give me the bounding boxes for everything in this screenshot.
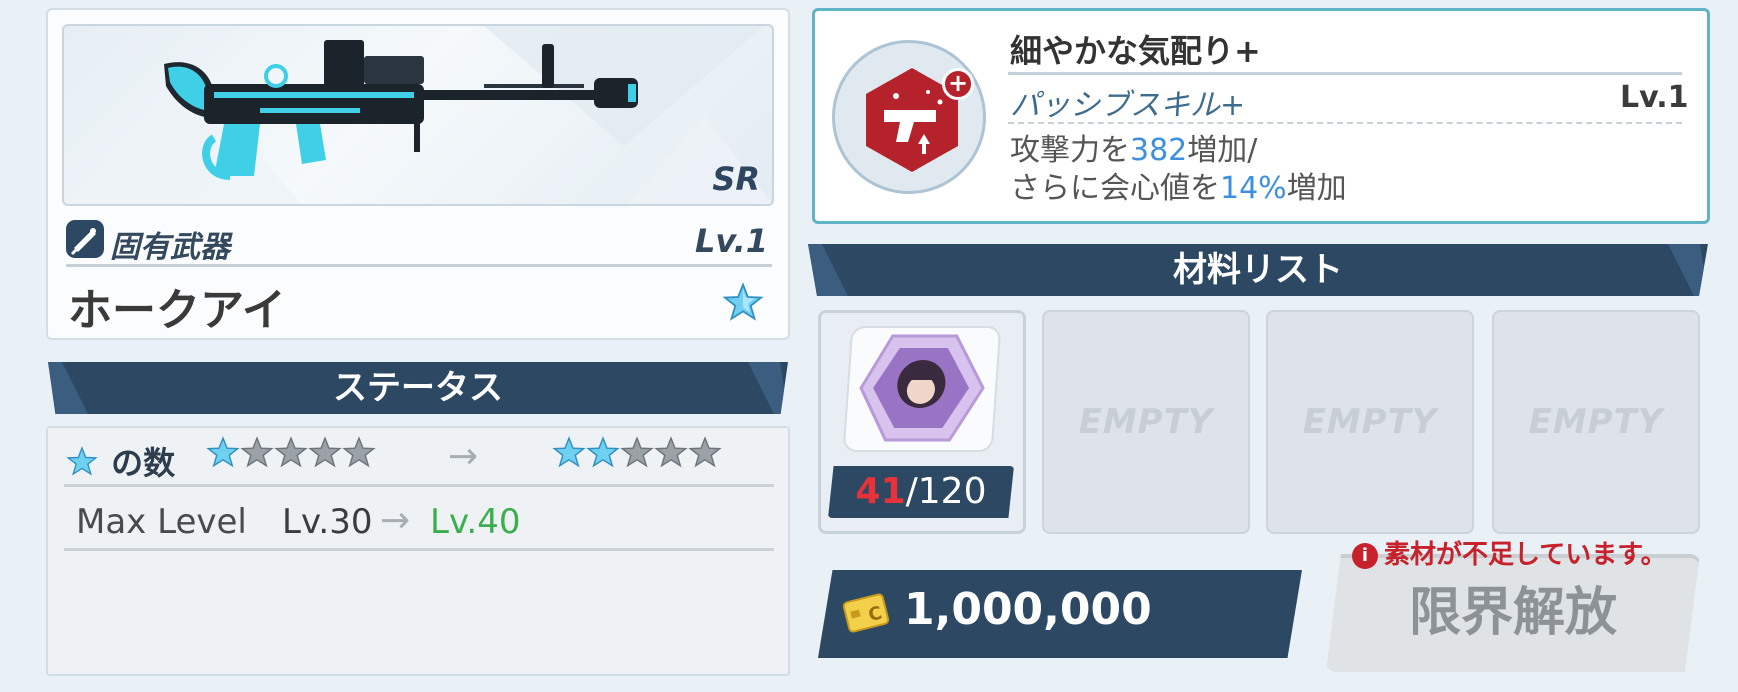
plus-icon: + bbox=[942, 68, 974, 100]
empty-label: EMPTY bbox=[1302, 402, 1438, 442]
weapon-image: SR bbox=[62, 24, 774, 206]
rifle-image bbox=[67, 26, 772, 204]
skill-desc-text: 増加 bbox=[1286, 171, 1347, 206]
stars-after bbox=[552, 436, 722, 474]
weapon-type-row: 固有武器 Lv.1 bbox=[66, 218, 768, 265]
star-empty-icon bbox=[620, 436, 654, 474]
star-filled-icon bbox=[206, 436, 240, 474]
empty-label: EMPTY bbox=[1528, 402, 1664, 442]
star-icon bbox=[66, 446, 109, 486]
material-required-count: /120 bbox=[905, 471, 987, 512]
divider bbox=[64, 548, 774, 551]
arrow-icon: → bbox=[380, 500, 411, 541]
rarity-label: SR bbox=[712, 160, 760, 198]
divider bbox=[1008, 72, 1682, 75]
limit-break-button[interactable]: 限界解放 bbox=[1326, 554, 1700, 672]
divider bbox=[66, 264, 772, 267]
star-filled-icon bbox=[552, 436, 586, 474]
star-empty-icon bbox=[342, 436, 376, 474]
skill-level: Lv.1 bbox=[1620, 80, 1689, 115]
material-slot-4[interactable]: EMPTY bbox=[1492, 310, 1700, 534]
skill-desc-text: 増加/ bbox=[1187, 133, 1258, 168]
status-banner: ステータス bbox=[48, 362, 788, 414]
stars-before bbox=[206, 436, 376, 474]
skill-desc-line-2: さらに会心値を14%増加 bbox=[1010, 170, 1347, 208]
crit-bonus-value: 14% bbox=[1220, 171, 1287, 206]
star-empty-icon bbox=[308, 436, 342, 474]
weapon-type-label: 固有武器 bbox=[110, 230, 230, 265]
max-level-after: Lv.40 bbox=[430, 502, 521, 542]
favorite-star-icon[interactable] bbox=[722, 282, 764, 328]
skill-desc-line-1: 攻撃力を382増加/ bbox=[1010, 132, 1347, 170]
credit-card-icon: C bbox=[842, 592, 894, 640]
material-slot-2[interactable]: EMPTY bbox=[1042, 310, 1250, 534]
skill-desc-text: さらに会心値を bbox=[1010, 171, 1220, 206]
star-empty-icon bbox=[688, 436, 722, 474]
cost-value: 1,000,000 bbox=[904, 584, 1152, 635]
weapon-level: Lv.1 bbox=[694, 222, 768, 260]
stars-row-label: の数 bbox=[66, 438, 175, 484]
arrow-icon: → bbox=[448, 436, 479, 477]
divider bbox=[1008, 122, 1682, 124]
attack-bonus-value: 382 bbox=[1130, 133, 1188, 168]
material-slot-3[interactable]: EMPTY bbox=[1266, 310, 1474, 534]
star-empty-icon bbox=[240, 436, 274, 474]
skill-desc-text: 攻撃力を bbox=[1010, 133, 1130, 168]
max-level-label: Max Level bbox=[76, 502, 247, 542]
rifle-icon bbox=[66, 220, 104, 258]
warning-message: i 素材が不足しています。 bbox=[1352, 534, 1667, 571]
skill-type: パッシブスキル+ bbox=[1010, 88, 1246, 123]
info-icon: i bbox=[1352, 543, 1378, 569]
star-empty-icon bbox=[654, 436, 688, 474]
stars-count-label: の数 bbox=[111, 444, 176, 482]
materials-banner: 材料リスト bbox=[808, 244, 1708, 296]
warning-text: 素材が不足しています。 bbox=[1384, 540, 1667, 570]
material-count: 41/120 bbox=[828, 466, 1014, 518]
empty-label: EMPTY bbox=[1078, 402, 1214, 442]
skill-name: 細やかな気配り+ bbox=[1010, 32, 1261, 70]
star-empty-icon bbox=[274, 436, 308, 474]
weapon-name: ホークアイ bbox=[68, 285, 286, 336]
max-level-before: Lv.30 bbox=[282, 502, 373, 542]
star-filled-icon bbox=[586, 436, 620, 474]
character-medal-icon[interactable] bbox=[842, 326, 1002, 452]
material-owned-count: 41 bbox=[855, 471, 906, 512]
divider bbox=[64, 484, 774, 487]
skill-description: 攻撃力を382増加/ さらに会心値を14%増加 bbox=[1010, 132, 1347, 208]
